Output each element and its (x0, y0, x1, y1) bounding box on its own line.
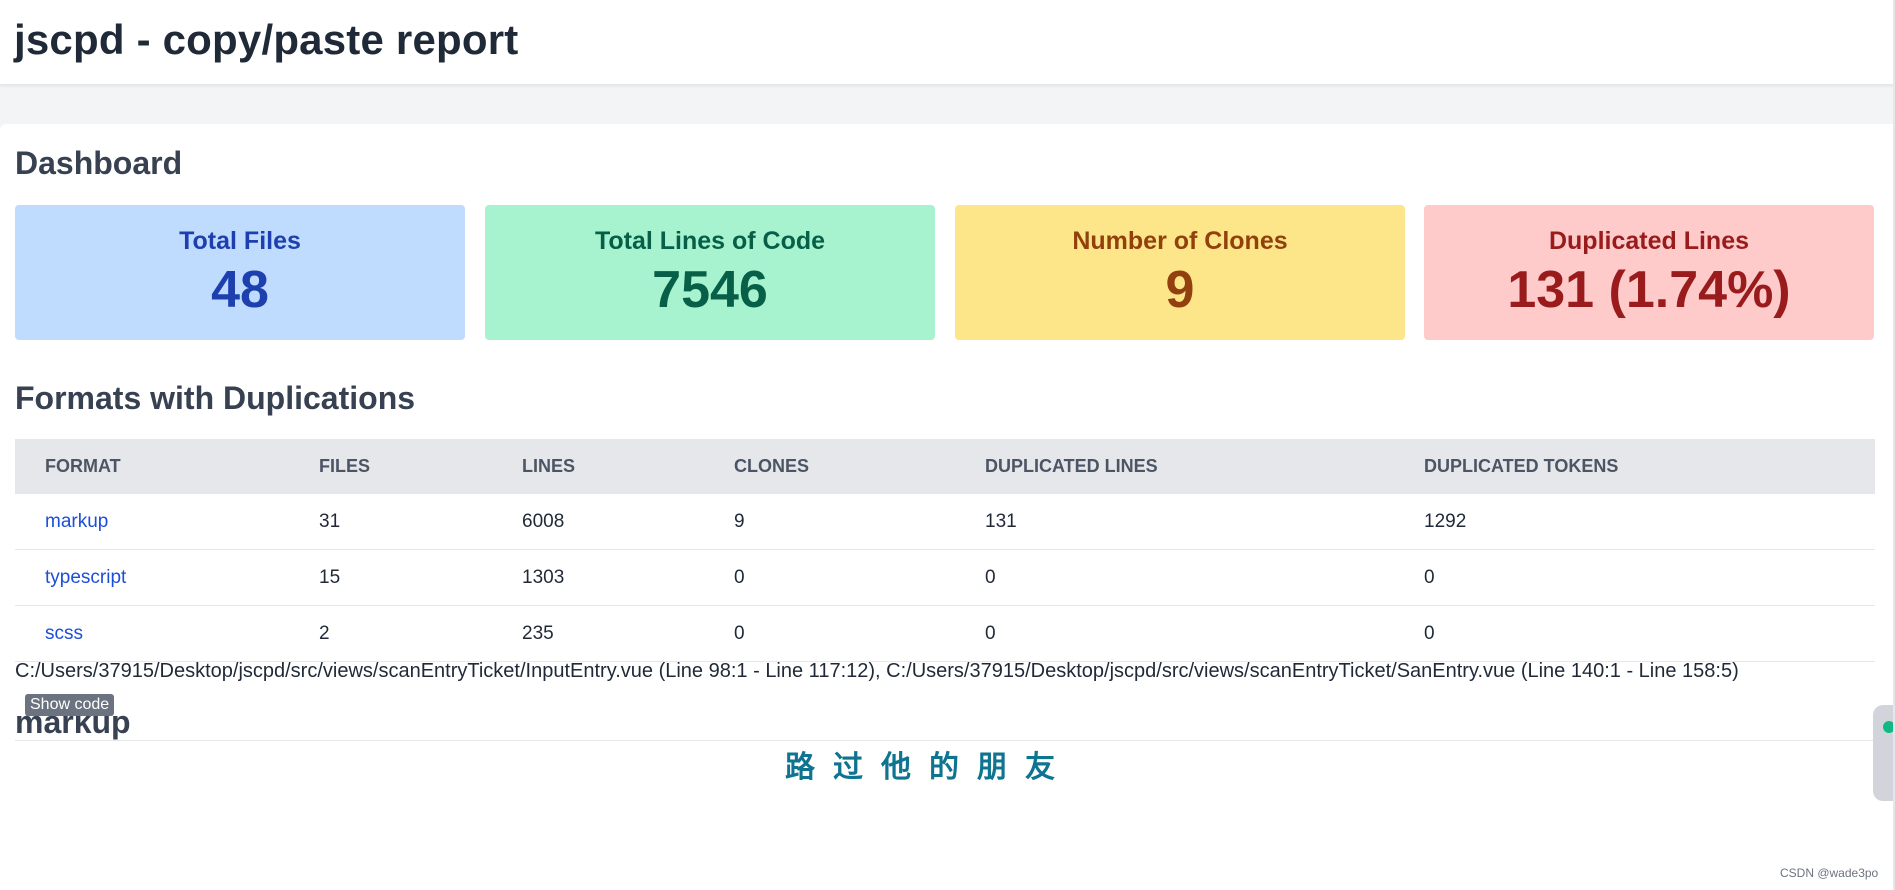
dashboard-cards: Total Files 48 Total Lines of Code 7546 … (15, 205, 1875, 340)
card-value: 48 (211, 261, 269, 319)
cell-duplicated-lines: 0 (955, 549, 1394, 606)
column-header-duplicated-lines: DUPLICATED LINES (985, 456, 1158, 476)
duplicated-lines-card: Duplicated Lines 131 (1.74%) (1424, 205, 1874, 340)
table-row: scss 2 235 0 0 0 (15, 605, 1875, 662)
cell-duplicated-lines: 131 (955, 494, 1394, 550)
card-label: Duplicated Lines (1548, 227, 1750, 255)
report-header: jscpd - copy/paste report (0, 0, 1895, 85)
cell-files: 2 (289, 605, 492, 662)
total-lines-card: Total Lines of Code 7546 (485, 205, 935, 340)
cell-duplicated-tokens: 0 (1394, 605, 1875, 662)
page-title: jscpd - copy/paste report (14, 16, 519, 63)
dashboard-title: Dashboard (15, 145, 183, 181)
column-header-format: FORMAT (45, 456, 121, 476)
cell-format: scss (15, 605, 289, 662)
cell-duplicated-lines: 0 (955, 605, 1394, 662)
column-header-duplicated-tokens: DUPLICATED TOKENS (1424, 456, 1619, 476)
column-header-clones: CLONES (734, 456, 810, 476)
column-header-lines: LINES (522, 456, 576, 476)
table-row: markup 31 6008 9 131 1292 (15, 494, 1875, 550)
column-header-files: FILES (319, 456, 371, 476)
formats-table: FORMAT FILES LINES CLONES DUPLICATED LIN… (15, 439, 1875, 662)
cell-lines: 235 (492, 605, 704, 662)
clone-file-paths: C:/Users/37915/Desktop/jscpd/src/views/s… (15, 660, 1739, 682)
cell-clones: 0 (704, 605, 955, 662)
cell-lines: 1303 (492, 549, 704, 606)
cell-clones: 0 (704, 549, 955, 606)
overlay-watermark-text: 路过他的朋友 (785, 750, 1073, 785)
cell-format: markup (15, 494, 289, 550)
cell-format: typescript (15, 549, 289, 606)
formats-title: Formats with Duplications (15, 380, 416, 416)
card-label: Total Lines of Code (594, 227, 826, 255)
clone-divider (15, 740, 1875, 741)
card-value: 7546 (652, 261, 768, 319)
cell-files: 15 (289, 549, 492, 606)
table-header-row: FORMAT FILES LINES CLONES DUPLICATED LIN… (15, 439, 1875, 494)
clones-card: Number of Clones 9 (955, 205, 1405, 340)
table-row: typescript 15 1303 0 0 0 (15, 549, 1875, 606)
cell-clones: 9 (704, 494, 955, 550)
format-link-typescript[interactable]: typescript (45, 567, 126, 588)
card-value: 131 (1.74%) (1507, 261, 1791, 319)
format-link-markup[interactable]: markup (45, 511, 108, 532)
format-link-scss[interactable]: scss (45, 623, 83, 644)
cell-lines: 6008 (492, 494, 704, 550)
cell-files: 31 (289, 494, 492, 550)
csdn-watermark: CSDN @wade3po (1780, 866, 1879, 880)
side-floating-widget[interactable] (1873, 705, 1895, 801)
card-label: Total Files (179, 227, 301, 255)
card-value: 9 (1165, 261, 1195, 319)
cell-duplicated-tokens: 1292 (1394, 494, 1875, 550)
card-label: Number of Clones (1072, 227, 1288, 255)
total-files-card: Total Files 48 (15, 205, 465, 340)
show-code-button[interactable]: Show code (25, 694, 115, 716)
cell-duplicated-tokens: 0 (1394, 549, 1875, 606)
